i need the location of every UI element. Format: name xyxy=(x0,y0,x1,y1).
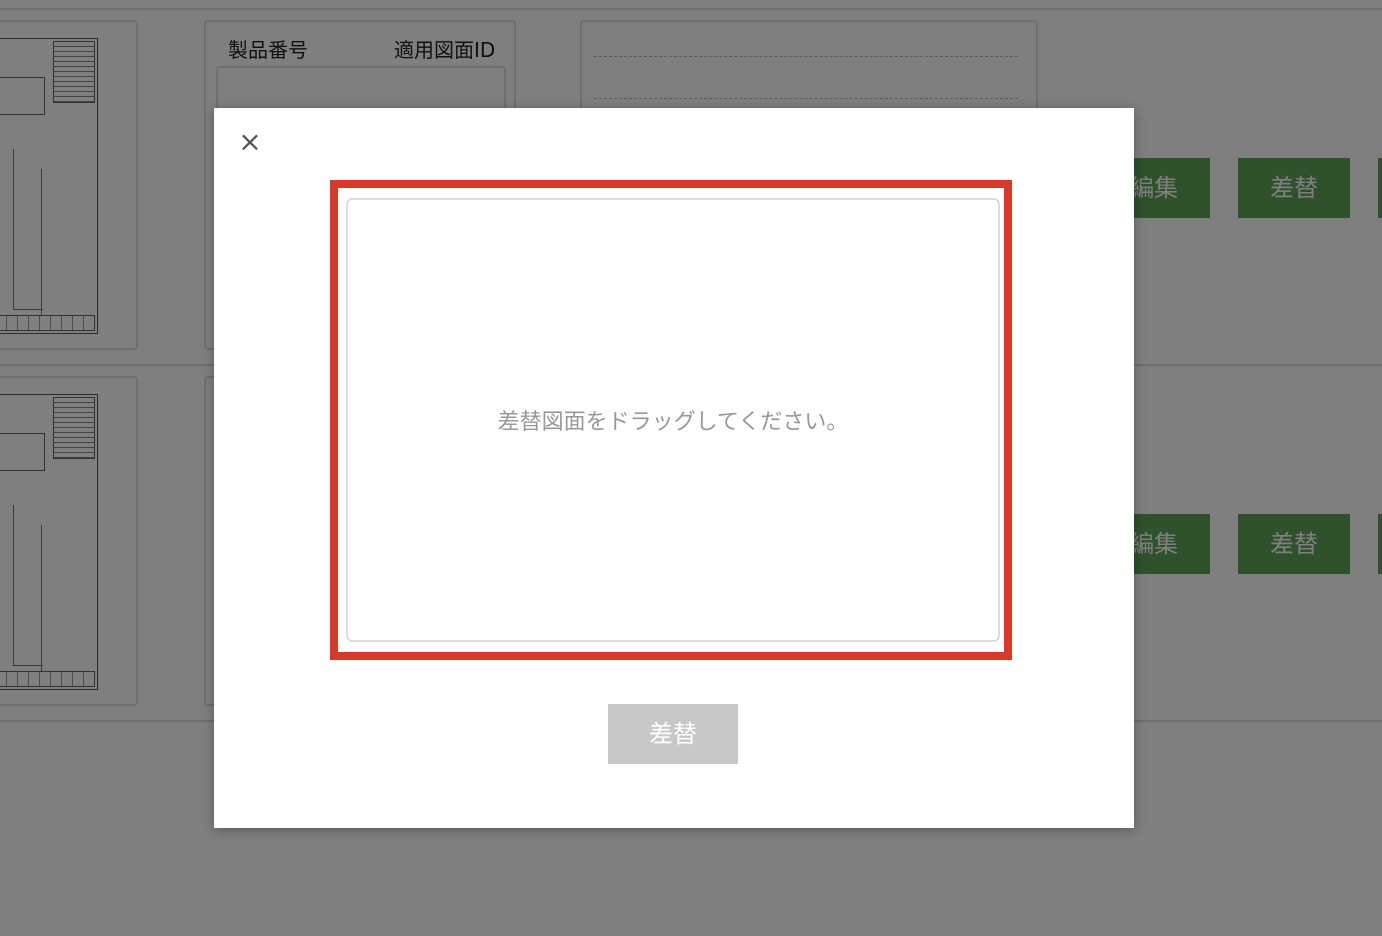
file-dropzone[interactable]: 差替図面をドラッグしてください。 xyxy=(346,198,1000,642)
replace-drawing-modal: × 差替図面をドラッグしてください。 差替 xyxy=(214,108,1134,828)
replace-submit-button[interactable]: 差替 xyxy=(608,704,738,764)
dropzone-instruction: 差替図面をドラッグしてください。 xyxy=(497,410,849,435)
close-icon[interactable]: × xyxy=(236,128,264,156)
